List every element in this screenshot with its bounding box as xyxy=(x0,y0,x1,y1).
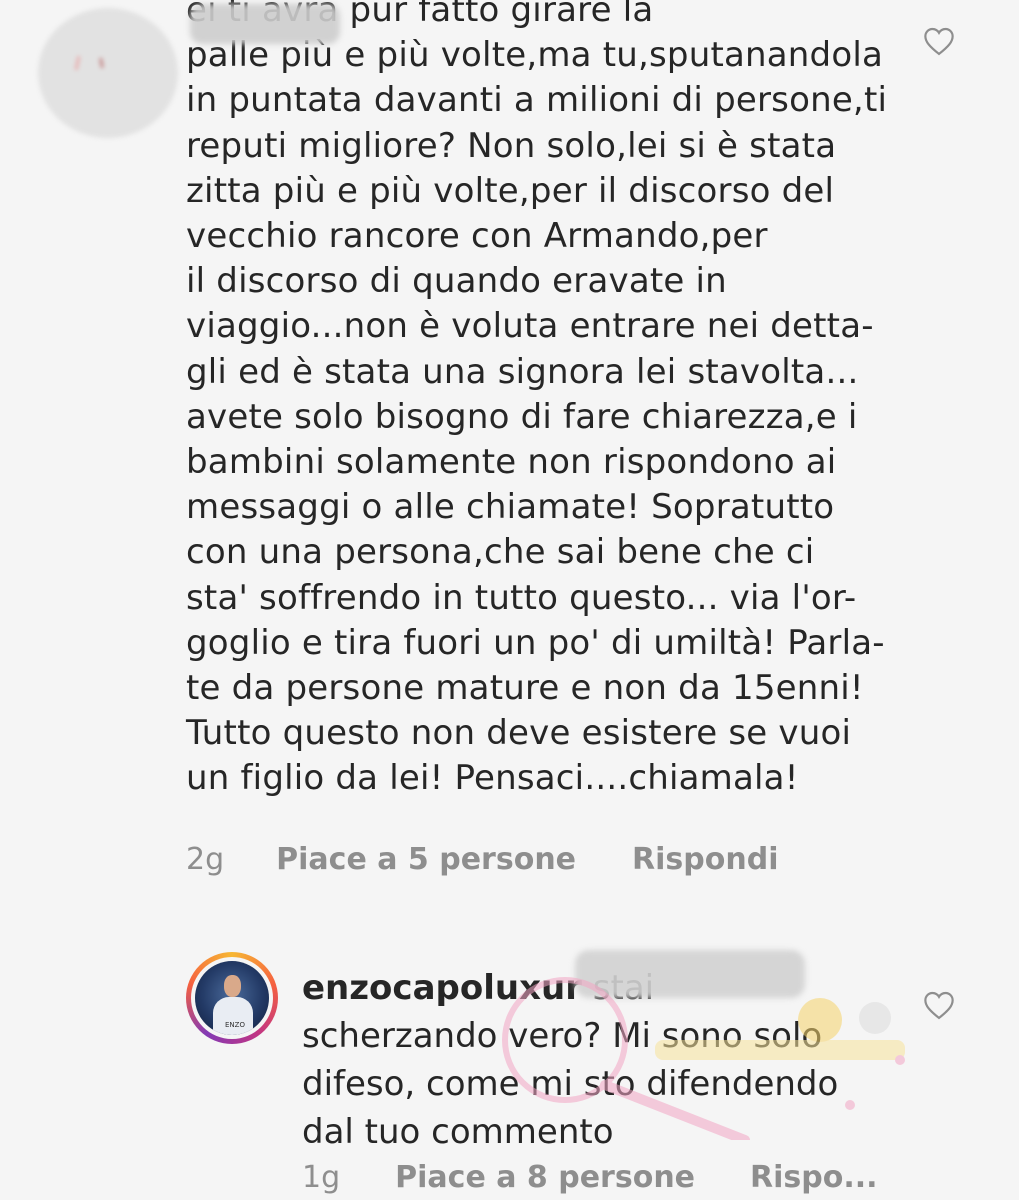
reply-meta: 1g Piace a 8 persone Rispo... xyxy=(302,1160,878,1195)
reply-likes-link[interactable]: Piace a 8 persone xyxy=(395,1160,695,1195)
reply-time: 1g xyxy=(302,1160,341,1195)
comment-meta: 2g Piace a 5 persone Rispondi xyxy=(186,842,778,877)
comment-likes-link[interactable]: Piace a 5 persone xyxy=(276,842,576,877)
comment-time: 2g xyxy=(186,842,225,877)
redacted-avatar xyxy=(38,8,178,138)
redacted-username xyxy=(190,4,340,44)
reply-reply-button[interactable]: Rispo... xyxy=(750,1160,878,1195)
heart-outline-icon[interactable] xyxy=(922,990,956,1020)
avatar-photo: ENZO xyxy=(195,961,269,1035)
avatar-caption: ENZO xyxy=(225,1021,245,1029)
heart-outline-icon[interactable] xyxy=(922,26,956,56)
avatar[interactable]: ENZO xyxy=(186,952,278,1044)
redacted-mention xyxy=(575,950,805,998)
reply-username[interactable]: enzocapoluxur xyxy=(302,968,582,1008)
reply-button[interactable]: Rispondi xyxy=(632,842,778,877)
comment-text: ei ti avrà pur fatto girare la palle più… xyxy=(186,0,888,799)
